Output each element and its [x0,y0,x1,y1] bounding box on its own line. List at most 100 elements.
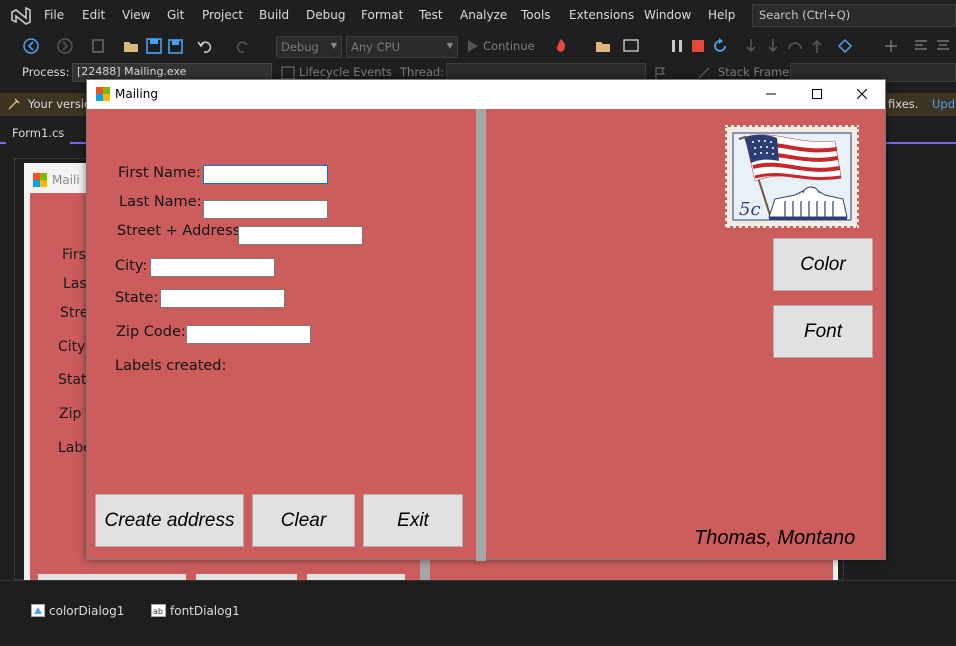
redo-icon[interactable] [234,37,252,55]
restart-icon[interactable] [711,37,729,55]
search-input[interactable]: Search (Ctrl+Q) [752,4,956,27]
zip-code-input[interactable] [186,325,311,344]
designer-form-title: Maili [52,173,80,187]
designer-first-name-label[interactable]: Firs [62,247,86,263]
menu-tools[interactable]: Tools [521,8,551,22]
window-layout-icon[interactable] [622,37,640,55]
lifecycle-events-label[interactable]: Lifecycle Events [299,65,392,79]
configuration-dropdown[interactable]: Debug ▼ [276,36,342,58]
menu-git[interactable]: Git [167,8,184,22]
menu-format[interactable]: Format [361,8,403,22]
tab-form1-cs[interactable]: Form1.cs [6,124,71,144]
color-dialog-icon [31,604,45,617]
align-icon[interactable] [882,37,900,55]
street-address-input[interactable] [238,226,363,245]
flag-postage-stamp-image: 5c [725,125,859,228]
platform-value: Any CPU [351,40,400,54]
new-project-icon[interactable] [90,37,108,55]
minimize-button[interactable] [748,80,794,109]
open-folder-icon[interactable] [122,37,140,55]
color-dialog-component[interactable]: colorDialog1 [49,604,124,618]
city-label: City: [115,258,148,274]
hot-reload-icon[interactable] [552,37,570,55]
menu-project[interactable]: Project [202,8,243,22]
process-label: Process: [22,65,70,79]
designer-splitter[interactable] [420,560,430,580]
first-name-label: First Name: [118,165,201,181]
street-address-label: Street + Address: [117,223,246,239]
split-container-splitter[interactable] [476,109,486,561]
undo-icon[interactable] [196,37,214,55]
city-input[interactable] [150,258,275,277]
designer-city-label[interactable]: City [58,339,85,355]
menu-build[interactable]: Build [259,8,289,22]
menu-view[interactable]: View [122,8,150,22]
mailing-window[interactable]: Mailing First Name: Last Name: Street + … [86,79,886,561]
menu-debug[interactable]: Debug [306,8,345,22]
stop-icon[interactable] [689,37,707,55]
menu-file[interactable]: File [44,8,64,22]
maximize-button[interactable] [794,80,840,109]
menu-help[interactable]: Help [708,8,735,22]
window-title: Mailing [115,87,158,101]
back-arrow-icon[interactable] [22,37,40,55]
flag-thread-icon[interactable] [653,66,667,80]
font-dialog-icon: ab [151,604,166,617]
solution-explorer-icon[interactable] [594,37,612,55]
designer-zip-label[interactable]: Zip [59,406,81,422]
menu-window[interactable]: Window [644,8,691,22]
forward-arrow-icon[interactable] [56,37,74,55]
stamp-value: 5c [739,199,761,220]
app-icon [96,87,110,101]
font-button[interactable]: Font [773,305,873,358]
step-out-icon[interactable] [808,37,826,55]
maximize-icon [812,89,822,99]
first-name-input[interactable] [203,165,328,184]
last-name-input[interactable] [203,200,328,219]
continue-icon[interactable] [464,37,482,55]
designer-state-label[interactable]: Stat [58,372,86,388]
designer-last-name-label[interactable]: Las [63,276,87,292]
step-back-icon[interactable] [786,37,804,55]
configuration-value: Debug [281,40,319,54]
menu-analyze[interactable]: Analyze [460,8,507,22]
create-address-button[interactable]: Create address [95,494,244,547]
menu-test[interactable]: Test [419,8,443,22]
platform-dropdown[interactable]: Any CPU ▼ [346,36,458,58]
close-icon [856,88,868,100]
stack-frame-label: Stack Frame: [718,65,794,79]
menu-edit[interactable]: Edit [82,8,105,22]
menu-extensions[interactable]: Extensions [569,8,634,22]
step-into-icon[interactable] [742,37,760,55]
info-bar-trailing: fixes. [888,97,919,111]
breakpoint-settings-icon[interactable] [836,37,854,55]
lifecycle-events-icon[interactable] [281,66,295,80]
close-button[interactable] [839,80,885,109]
save-all-icon[interactable] [166,37,184,55]
clear-button[interactable]: Clear [252,494,355,547]
color-button[interactable]: Color [773,238,873,291]
state-label: State: [115,290,159,306]
svg-text:ab: ab [153,607,163,616]
designer-street-label[interactable]: Stre [60,305,88,321]
labels-created-label: Labels created: [115,358,227,374]
step-over-icon[interactable] [764,37,782,55]
component-tray [0,580,956,646]
stack-frame-icon[interactable] [697,66,711,80]
update-link[interactable]: Upd [932,97,955,111]
exit-button[interactable]: Exit [363,494,463,547]
state-input[interactable] [160,289,285,308]
info-bar-text: Your versio [28,97,92,111]
chevron-down-icon: ▼ [330,41,337,50]
thread-label: Thread: [400,65,445,79]
zip-code-label: Zip Code: [116,324,186,340]
pause-icon[interactable] [668,37,686,55]
format-center-icon[interactable] [934,37,952,55]
signature-label: Thomas, Montano [694,527,856,549]
save-icon[interactable] [145,37,163,55]
form-icon [33,173,47,187]
format-left-icon[interactable] [912,37,930,55]
continue-label[interactable]: Continue [483,39,535,53]
font-dialog-component[interactable]: fontDialog1 [170,604,240,618]
visual-studio-logo-icon [11,6,31,25]
